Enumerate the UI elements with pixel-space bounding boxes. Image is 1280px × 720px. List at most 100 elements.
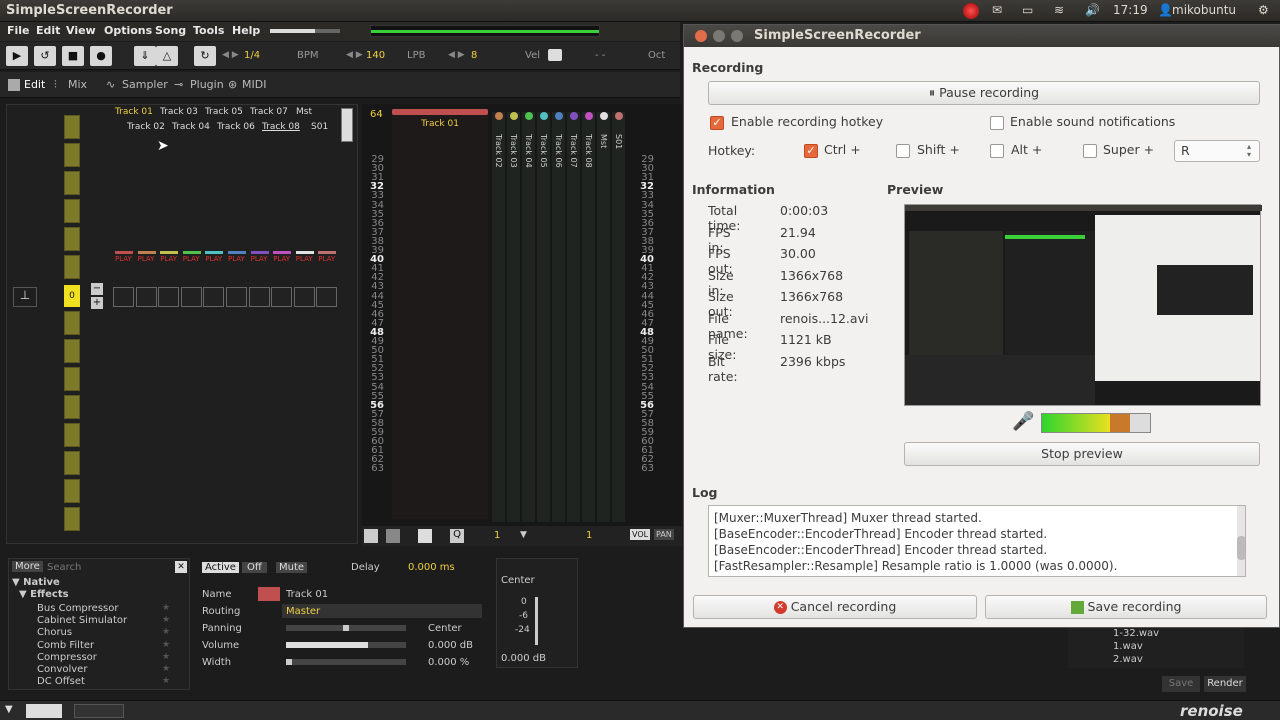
sequence-slot[interactable] [64, 199, 80, 223]
menu-edit[interactable]: Edit [36, 24, 60, 37]
menu-view[interactable]: View [66, 24, 96, 37]
lpb-value[interactable]: 8 [471, 50, 477, 61]
close-icon[interactable] [695, 30, 707, 42]
seq-plus-icon[interactable]: + [91, 297, 103, 309]
enable-hotkey-checkbox[interactable]: ✓ [710, 116, 724, 130]
vol-toggle[interactable]: VOL [630, 529, 651, 540]
mixer-scroll-icon[interactable] [341, 108, 353, 142]
pattern-track-column[interactable]: Track 05 [537, 112, 550, 522]
favorite-star-icon[interactable]: ★ [162, 652, 170, 662]
panning-slider[interactable] [286, 625, 406, 631]
menu-options[interactable]: Options [104, 24, 152, 37]
track-name-bottom[interactable]: Track 06 [217, 122, 255, 132]
edit-step[interactable]: 64 [370, 109, 383, 120]
sequence-slot[interactable] [64, 227, 80, 251]
track-name-value[interactable]: Track 01 [286, 589, 328, 600]
ctrl-checkbox[interactable]: ✓ [804, 144, 818, 158]
track-name-bottom[interactable]: Track 08 [262, 122, 300, 132]
track-name-bottom[interactable]: S01 [311, 122, 328, 132]
meter-fader[interactable] [535, 597, 538, 645]
pattern-track-column[interactable]: Mst [597, 112, 610, 522]
pattern-track-column[interactable]: Track 02 [492, 112, 505, 522]
dropdown-icon[interactable]: ▼ [520, 530, 527, 540]
pattern-slot[interactable] [316, 287, 338, 307]
pattern-track-column[interactable]: Track 03 [507, 112, 520, 522]
volume-icon[interactable]: 🔊 [1085, 3, 1100, 17]
record-indicator-icon[interactable] [963, 3, 979, 19]
effect-item[interactable]: Compressor [37, 652, 97, 663]
pattern-slot[interactable] [293, 287, 315, 307]
track-play-label[interactable]: PLAY [296, 255, 313, 263]
pattern-slot[interactable] [203, 287, 225, 307]
sequence-slot[interactable] [64, 115, 80, 139]
status-wave-icon[interactable] [74, 704, 124, 718]
pattern-track-column[interactable]: Track 06 [552, 112, 565, 522]
super-checkbox[interactable] [1083, 144, 1097, 158]
track-name-top[interactable]: Track 05 [205, 107, 243, 117]
wifi-icon[interactable]: ≋ [1054, 3, 1064, 17]
block-loop-button[interactable]: ↻ [194, 46, 216, 66]
favorite-star-icon[interactable]: ★ [162, 615, 170, 625]
track-play-label[interactable]: PLAY [205, 255, 222, 263]
tab-mix[interactable]: Mix [68, 78, 87, 91]
track-play-label[interactable]: PLAY [318, 255, 335, 263]
pan-toggle[interactable]: PAN [654, 529, 674, 540]
status-meter-icon[interactable] [26, 704, 62, 718]
alt-checkbox[interactable] [990, 144, 1004, 158]
enable-sound-checkbox[interactable] [990, 116, 1004, 130]
enable-sound-label[interactable]: Enable sound notifications [1010, 114, 1175, 129]
menu-file[interactable]: File [7, 24, 30, 37]
sequence-slot[interactable] [64, 311, 80, 335]
effect-item[interactable]: Comb Filter [37, 640, 94, 651]
effect-item[interactable]: Convolver [37, 664, 87, 675]
clock[interactable]: 17:19 [1113, 3, 1148, 17]
stop-button[interactable]: ■ [62, 46, 84, 66]
record-button[interactable]: ● [90, 46, 112, 66]
alt-label[interactable]: Alt + [1011, 142, 1042, 157]
pattern-track-column[interactable]: S01 [612, 112, 625, 522]
delay-value[interactable]: 0.000 ms [408, 562, 455, 573]
tab-midi[interactable]: MIDI [242, 78, 266, 91]
sample-item[interactable]: 1.wav [1113, 641, 1143, 652]
stop-preview-button[interactable]: Stop preview [904, 442, 1260, 466]
ctrl-label[interactable]: Ctrl + [824, 142, 861, 157]
log-output[interactable]: [Muxer::MuxerThread] Muxer thread starte… [708, 505, 1246, 577]
seq-minus-icon[interactable]: − [91, 283, 103, 295]
track-name-top[interactable]: Track 07 [250, 107, 288, 117]
pattern-track-column[interactable]: Track 08 [582, 112, 595, 522]
search-input[interactable]: Search [47, 562, 81, 573]
track-color-swatch[interactable] [258, 587, 280, 601]
track-play-label[interactable]: PLAY [251, 255, 268, 263]
maximize-icon[interactable] [731, 30, 743, 42]
track-name-bottom[interactable]: Track 04 [172, 122, 210, 132]
active-tab[interactable]: Active [202, 562, 239, 573]
sequence-marker[interactable]: ⊥ [13, 287, 37, 307]
sequence-slot[interactable] [64, 423, 80, 447]
mail-icon[interactable]: ✉ [992, 3, 1002, 17]
tree-root[interactable]: ▼ Native [12, 577, 60, 588]
track-name-top[interactable]: Track 03 [160, 107, 198, 117]
effect-item[interactable]: Bus Compressor [37, 603, 118, 614]
off-tab[interactable]: Off [242, 562, 267, 573]
favorite-star-icon[interactable]: ★ [162, 603, 170, 613]
sample-item[interactable]: 2.wav [1113, 654, 1143, 665]
track-play-label[interactable]: PLAY [228, 255, 245, 263]
track-play-label[interactable]: PLAY [183, 255, 200, 263]
quantize-icon[interactable]: Q [450, 529, 464, 543]
block-fraction[interactable]: 1/4 [244, 50, 260, 61]
shift-checkbox[interactable] [896, 144, 910, 158]
vel-value[interactable]: - - [595, 50, 605, 61]
super-label[interactable]: Super + [1103, 142, 1154, 157]
metronome-button[interactable]: △ [156, 46, 178, 66]
menu-song[interactable]: Song [155, 24, 186, 37]
pattern-track-column[interactable]: Track 07 [567, 112, 580, 522]
track-play-label[interactable]: PLAY [160, 255, 177, 263]
sequence-slot[interactable] [64, 339, 80, 363]
tab-plugin[interactable]: Plugin [190, 78, 224, 91]
follow-button[interactable]: ⇓ [134, 46, 156, 66]
sequence-slot[interactable] [64, 479, 80, 503]
menu-tools[interactable]: Tools [193, 24, 224, 37]
user-name[interactable]: mikobuntu [1172, 3, 1236, 17]
sequence-slot[interactable] [64, 507, 80, 531]
fraction-arrows[interactable]: ◀ ▶ [222, 50, 239, 60]
